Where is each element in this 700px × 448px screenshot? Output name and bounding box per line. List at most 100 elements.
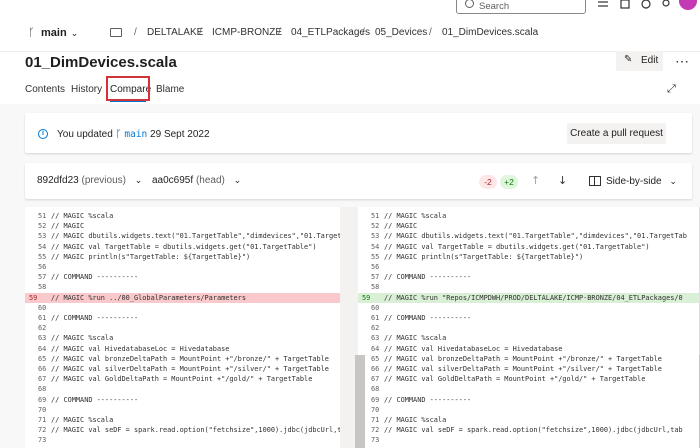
line-code: // COMMAND ---------- (384, 395, 472, 404)
line-number: 65 (38, 354, 47, 363)
diff-line: 57 // COMMAND ---------- (358, 272, 700, 282)
branch-selector[interactable]: ᚴ main ⌄ (28, 27, 78, 39)
update-message: You updated ᚴ main 29 Sept 2022 (57, 129, 210, 140)
diff-line: 63 // MAGIC %scala (25, 333, 340, 343)
line-code: // MAGIC %scala (51, 416, 114, 424)
line-code: // MAGIC val bronzeDeltaPath = MountPoin… (384, 354, 662, 363)
head-commit-tag: (head) (195, 175, 225, 186)
diff-pane-original[interactable]: 51 // MAGIC %scala 52 // MAGIC 53 // MAGIC db… (25, 207, 340, 448)
diff-line: 65 // MAGIC val bronzeDeltaPath = MountPo… (25, 354, 340, 364)
line-number: 60 (371, 303, 380, 312)
line-number: 71 (371, 416, 380, 424)
line-number: 61 (371, 314, 380, 322)
line-number: 67 (371, 375, 380, 384)
diff-line: 52 // MAGIC (358, 221, 700, 231)
user-settings-icon[interactable] (661, 0, 671, 10)
breadcrumb-item[interactable]: 04_ETLPackages (291, 27, 370, 38)
pencil-icon: ✎ (624, 54, 633, 65)
expand-icon[interactable]: ⤢ (667, 82, 676, 96)
line-code: // MAGIC (51, 222, 85, 231)
diff-line-added: 59 // MAGIC %run "Repos/ICMPDWH/PROD/DELT… (358, 292, 700, 303)
top-bar (0, 0, 700, 14)
diff-line: 54 // MAGIC val TargetTable = dbutils.wid… (25, 242, 340, 252)
line-number: 57 (371, 273, 380, 282)
line-number: 66 (38, 365, 47, 373)
page-title: 01_DimDevices.scala (25, 54, 177, 71)
breadcrumb-separator: / (362, 27, 365, 38)
line-code: // MAGIC %scala (384, 334, 447, 343)
line-code: // MAGIC val GoldDeltaPath = MountPoint … (51, 375, 313, 384)
line-number: 68 (371, 385, 380, 394)
line-number: 71 (38, 416, 47, 424)
line-number: 68 (38, 385, 47, 394)
line-number: 73 (371, 436, 380, 445)
breadcrumb-item[interactable]: ICMP-BRONZE (212, 27, 282, 38)
line-number: 67 (38, 375, 47, 384)
diff-line: 53 // MAGIC dbutils.widgets.text("01.Targ… (358, 231, 700, 241)
avatar[interactable] (679, 0, 697, 10)
update-prefix: You updated (57, 129, 113, 140)
marketplace-icon[interactable] (620, 0, 630, 10)
folder-icon[interactable] (110, 28, 122, 37)
branch-icon: ᚴ (28, 27, 35, 39)
breadcrumb-item[interactable]: DELTALAKE (147, 27, 203, 38)
help-icon[interactable] (641, 0, 651, 10)
line-number: 60 (38, 303, 47, 312)
line-code: // MAGIC println(s"TargetTable: ${Target… (384, 252, 584, 261)
diff-line: 66 // MAGIC val silverDeltaPath = MountPo… (358, 364, 700, 374)
line-number: 53 (38, 232, 47, 241)
previous-change-icon[interactable]: ↑ (531, 174, 540, 187)
diff-line: 64 // MAGIC val HivedatabaseLoc = Hivedat… (25, 344, 340, 354)
line-code: // MAGIC val GoldDeltaPath = MountPoint … (384, 375, 646, 384)
tab-blame[interactable]: Blame (156, 84, 184, 95)
side-by-side-icon (589, 176, 601, 186)
line-number: 56 (371, 263, 380, 271)
line-number: 51 (38, 212, 47, 220)
view-mode-selector[interactable]: Side-by-side ⌄ (606, 176, 677, 187)
diff-line: 60 (25, 303, 340, 313)
diff-line: 55 // MAGIC println(s"TargetTable: ${Targ… (25, 252, 340, 262)
breadcrumb-separator: / (278, 27, 281, 38)
breadcrumb-item-current[interactable]: 01_DimDevices.scala (442, 27, 538, 38)
line-code: // MAGIC dbutils.widgets.text("01.Target… (51, 232, 340, 241)
breadcrumb-separator: / (429, 27, 432, 38)
base-commit-id: 892dfd23 (37, 175, 79, 186)
breadcrumb-separator: / (199, 27, 202, 38)
line-number: 64 (371, 344, 380, 353)
line-number: 53 (371, 232, 380, 241)
update-branch-link[interactable]: main (124, 129, 147, 140)
diff-line: 63 // MAGIC %scala (358, 333, 700, 343)
edit-button[interactable]: ✎ Edit (616, 51, 663, 71)
line-code: // COMMAND ---------- (51, 273, 139, 282)
tab-history[interactable]: History (71, 84, 102, 95)
breadcrumb-separator: / (134, 27, 137, 38)
diff-line: 73 (358, 435, 700, 445)
line-number: 56 (38, 263, 47, 271)
update-date: 29 Sept 2022 (150, 129, 210, 140)
next-change-icon[interactable]: ↓ (558, 174, 567, 187)
tab-contents[interactable]: Contents (25, 84, 65, 95)
diff-line: 73 (25, 435, 340, 445)
line-number: 65 (371, 354, 380, 363)
diff-line: 62 (25, 323, 340, 333)
line-number: 52 (38, 222, 47, 231)
diff-line: 56 (358, 262, 700, 272)
diff-viewer[interactable]: 51 // MAGIC %scala 52 // MAGIC 53 // MAGIC db… (25, 207, 700, 448)
line-number: 52 (371, 222, 380, 231)
more-options-button[interactable]: ⋯ (675, 53, 689, 70)
base-commit-selector[interactable]: 892dfd23 (previous) ⌄ (37, 175, 142, 186)
task-list-icon[interactable] (598, 0, 608, 10)
line-code: // MAGIC %run ../00_GlobalParameters/Par… (51, 293, 246, 302)
search-input[interactable]: Search (456, 0, 586, 14)
line-number: 54 (371, 242, 380, 251)
create-pull-request-button[interactable]: Create a pull request (567, 123, 666, 144)
additions-badge: +2 (500, 175, 518, 189)
breadcrumb-item[interactable]: 05_Devices (375, 27, 427, 38)
diff-pane-modified[interactable]: 51 // MAGIC %scala 52 // MAGIC 53 // MAGIC db… (358, 207, 700, 448)
line-code: // COMMAND ---------- (384, 273, 472, 282)
head-commit-selector[interactable]: aa0c695f (head) ⌄ (152, 175, 241, 186)
chevron-down-icon: ⌄ (70, 28, 79, 38)
line-number: 55 (38, 252, 47, 261)
line-code: // MAGIC println(s"TargetTable: ${Target… (51, 252, 251, 261)
line-number: 63 (371, 334, 380, 343)
